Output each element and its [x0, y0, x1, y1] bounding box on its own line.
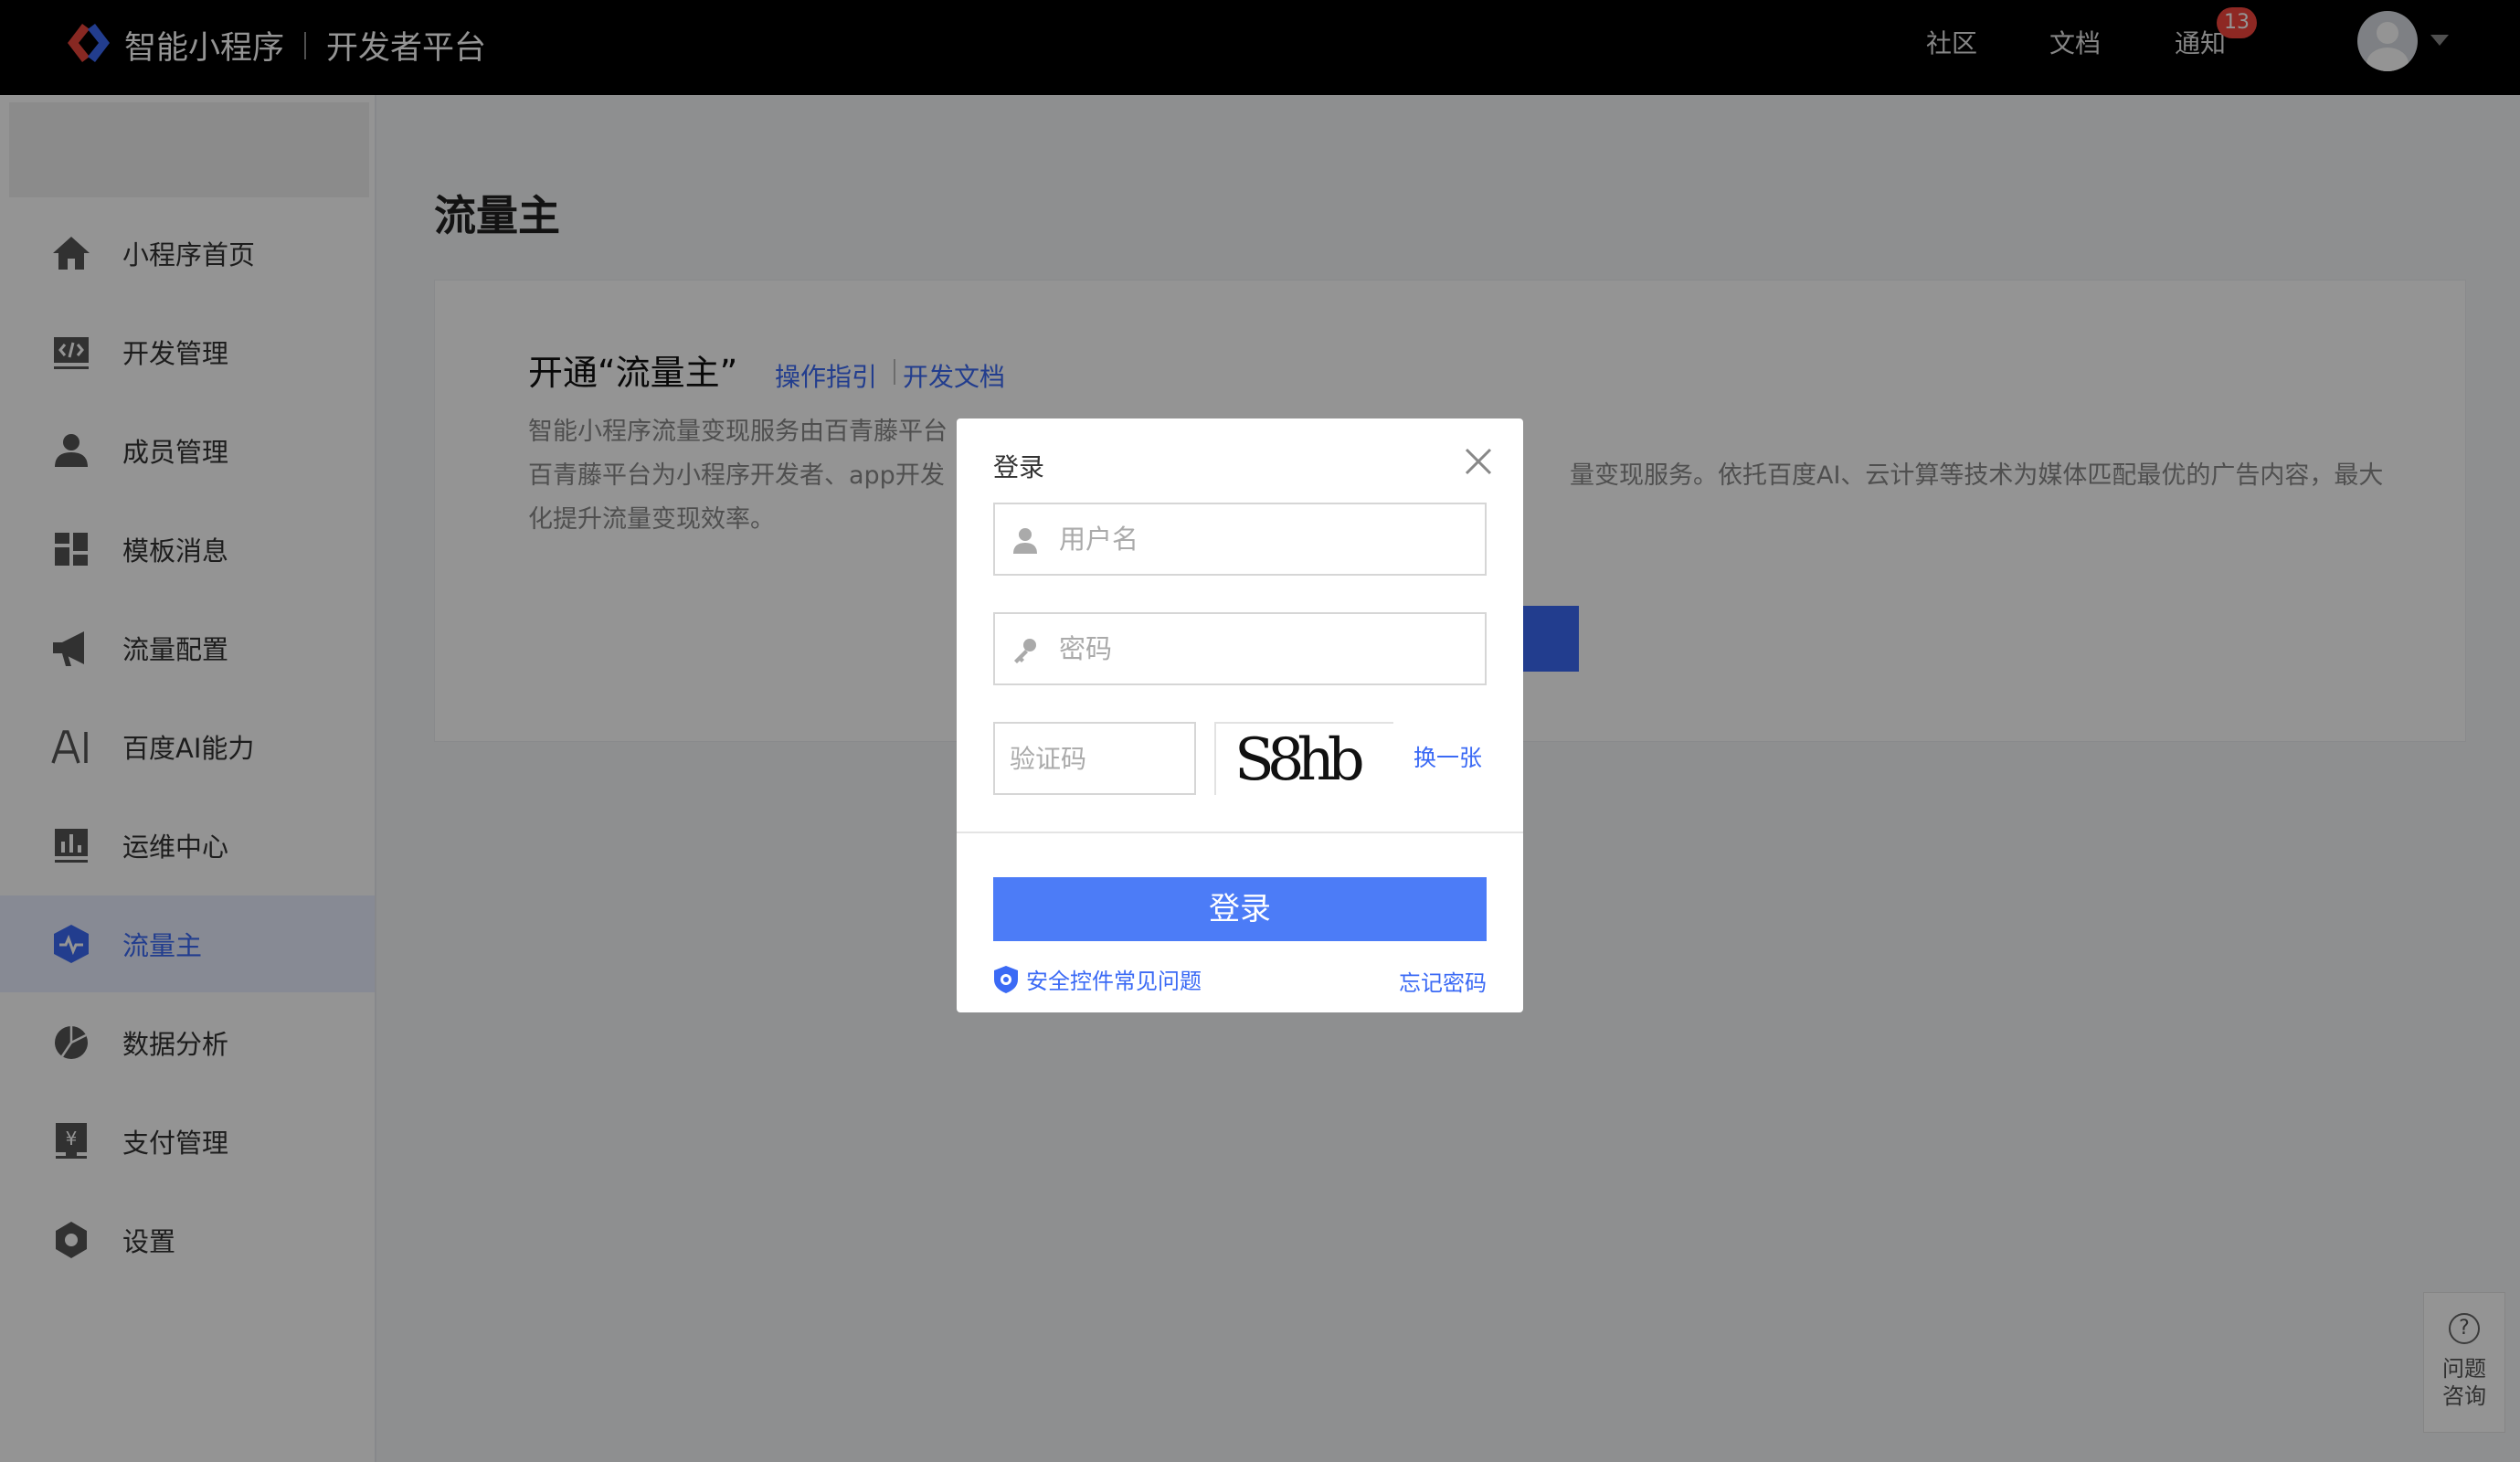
login-modal: 登录 S8hb 换一张 登录 安全控件常见问题 忘记密码 — [957, 418, 1523, 1012]
password-field[interactable] — [993, 612, 1487, 685]
password-input[interactable] — [1059, 614, 1470, 683]
shield-icon — [994, 965, 1018, 993]
username-input[interactable] — [1059, 504, 1470, 574]
captcha-image[interactable]: S8hb — [1214, 722, 1393, 795]
forgot-password-link[interactable]: 忘记密码 — [1399, 965, 1487, 997]
refresh-captcha-link[interactable]: 换一张 — [1414, 740, 1482, 773]
divider — [957, 832, 1523, 833]
modal-title: 登录 — [993, 452, 1045, 482]
login-button[interactable]: 登录 — [993, 877, 1487, 941]
key-icon — [1014, 639, 1036, 663]
close-icon[interactable] — [1461, 444, 1496, 479]
security-faq-link[interactable]: 安全控件常见问题 — [993, 963, 1202, 995]
user-icon — [1013, 528, 1037, 554]
captcha-field[interactable] — [993, 722, 1196, 795]
security-faq-label: 安全控件常见问题 — [1026, 969, 1202, 994]
captcha-input[interactable] — [1010, 724, 1183, 793]
username-field[interactable] — [993, 503, 1487, 576]
